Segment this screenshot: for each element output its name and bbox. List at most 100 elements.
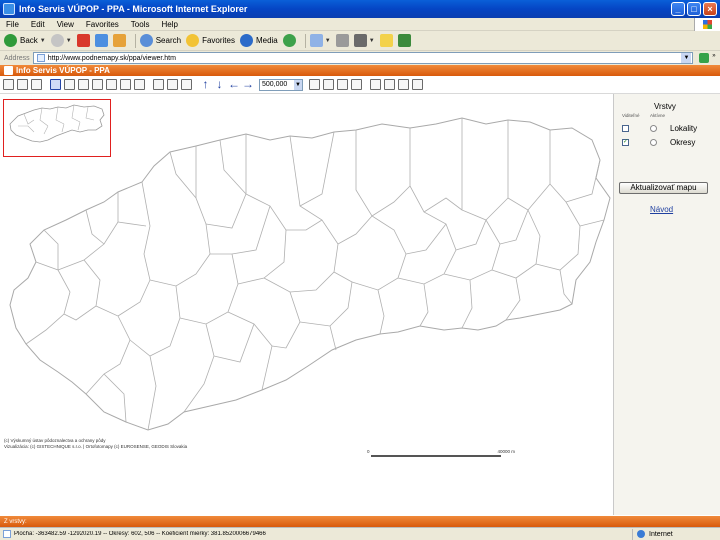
- column-visible-header: Viditeľné: [622, 113, 640, 118]
- column-active-header: Aktívne: [650, 113, 666, 118]
- print-setup-icon[interactable]: [167, 79, 178, 90]
- app-title: Info Servis VÚPOP - PPA: [16, 66, 110, 75]
- edit-icon: [353, 34, 367, 47]
- map-credits: (c) Výskumný ústav pôdoznalectva a ochra…: [4, 438, 187, 450]
- brand-logo-icon: [4, 66, 13, 75]
- mail-icon: [309, 34, 323, 47]
- table-icon[interactable]: [31, 79, 42, 90]
- app-footer: Z vrstvy:: [0, 516, 720, 527]
- info-icon[interactable]: [370, 79, 381, 90]
- query-icon[interactable]: [78, 79, 89, 90]
- district-map: [9, 117, 611, 431]
- media-button[interactable]: Media: [239, 34, 278, 47]
- forward-button[interactable]: ▼: [50, 34, 72, 47]
- menu-favorites[interactable]: Favorites: [80, 20, 125, 29]
- layers-panel: Vrstvy Viditeľné Aktívne Lokality ✓ Okre…: [614, 94, 720, 515]
- messenger-button[interactable]: [397, 34, 411, 47]
- layer-visible-checkbox-lokality[interactable]: [622, 125, 629, 132]
- address-label: Address: [4, 54, 30, 62]
- discuss-button[interactable]: [379, 34, 393, 47]
- favorites-label: Favorites: [202, 36, 235, 45]
- close-button[interactable]: ×: [703, 2, 717, 16]
- refresh-map-button[interactable]: Aktualizovať mapu: [619, 182, 708, 194]
- security-zone: Internet: [632, 528, 720, 540]
- print-button[interactable]: [335, 34, 349, 47]
- locate-icon[interactable]: [412, 79, 423, 90]
- scale-value: 500,000: [262, 81, 288, 88]
- zoom-in-icon[interactable]: [323, 79, 334, 90]
- search-icon: [139, 34, 153, 47]
- scale-bar-right-label: 40000 m: [497, 449, 515, 454]
- address-input[interactable]: http://www.podnemapy.sk/ppa/viewer.htm ▼: [32, 52, 694, 64]
- pan-up-icon[interactable]: ↑: [200, 78, 211, 90]
- mail-button[interactable]: ▼: [309, 34, 331, 47]
- find-icon[interactable]: [398, 79, 409, 90]
- history-button[interactable]: [282, 34, 296, 47]
- maximize-button[interactable]: □: [687, 2, 701, 16]
- save-icon[interactable]: [50, 79, 61, 90]
- discuss-icon: [379, 34, 393, 47]
- back-button[interactable]: Back ▼: [4, 34, 46, 47]
- select-rect-icon[interactable]: [92, 79, 103, 90]
- internet-globe-icon: [637, 530, 645, 538]
- layer-label-lokality: Lokality: [670, 124, 698, 133]
- layers-title: Vrstvy: [654, 102, 676, 111]
- chevron-down-icon[interactable]: ▼: [681, 53, 692, 63]
- edit-button[interactable]: ▼: [353, 34, 375, 47]
- back-arrow-icon: [4, 34, 17, 47]
- pan-left-icon[interactable]: ←: [228, 78, 240, 90]
- links-chevron-icon[interactable]: »: [712, 53, 720, 63]
- toolbar-separator: [304, 33, 306, 48]
- pan-down-icon[interactable]: ↓: [214, 78, 225, 90]
- menu-edit[interactable]: Edit: [25, 20, 51, 29]
- chevron-down-icon[interactable]: ▼: [294, 79, 302, 90]
- map-canvas[interactable]: (c) Výskumný ústav pôdoznalectva a ochra…: [0, 94, 614, 515]
- refresh-button[interactable]: [94, 34, 108, 47]
- scale-select[interactable]: 500,000 ▼: [259, 78, 303, 91]
- star-icon: [186, 34, 200, 47]
- clear-selection-icon[interactable]: [106, 79, 117, 90]
- menu-file[interactable]: File: [0, 20, 25, 29]
- layer-label-okresy: Okresy: [670, 138, 696, 147]
- page-icon: [36, 54, 45, 62]
- print-icon[interactable]: [153, 79, 164, 90]
- measure-icon[interactable]: [120, 79, 131, 90]
- media-icon: [239, 34, 253, 47]
- menu-help[interactable]: Help: [155, 20, 183, 29]
- eraser-icon[interactable]: [134, 79, 145, 90]
- back-view-icon[interactable]: [181, 79, 192, 90]
- menu-bar: File Edit View Favorites Tools Help: [0, 17, 720, 31]
- full-extent-icon[interactable]: [309, 79, 320, 90]
- address-url[interactable]: http://www.podnemapy.sk/ppa/viewer.htm: [48, 55, 682, 62]
- identify-icon[interactable]: [384, 79, 395, 90]
- minimize-button[interactable]: _: [671, 2, 685, 16]
- scale-bar-left-label: 0: [367, 449, 370, 454]
- favorites-button[interactable]: Favorites: [186, 34, 235, 47]
- select-icon[interactable]: [64, 79, 75, 90]
- menu-tools[interactable]: Tools: [125, 20, 156, 29]
- chevron-down-icon: ▼: [39, 37, 46, 44]
- credits-line-2: Vizualizácia: (c) GISTECHNIQUE s.r.o. | …: [4, 444, 188, 449]
- layer-active-radio-lokality[interactable]: [650, 125, 657, 132]
- zoom-out-icon[interactable]: [337, 79, 348, 90]
- chevron-down-icon: ▼: [65, 37, 72, 44]
- home-icon: [112, 34, 126, 47]
- menu-view[interactable]: View: [51, 20, 80, 29]
- search-button[interactable]: Search: [139, 34, 181, 47]
- stop-button[interactable]: [76, 34, 90, 47]
- media-label: Media: [255, 36, 278, 45]
- window-title: Info Servis VÚPOP - PPA - Microsoft Inte…: [19, 4, 248, 14]
- legend-icon[interactable]: [17, 79, 28, 90]
- pan-hand-icon[interactable]: [351, 79, 362, 90]
- app-header: Info Servis VÚPOP - PPA: [0, 65, 720, 76]
- ie-icon: [3, 3, 15, 15]
- stop-icon: [76, 34, 90, 47]
- layout-icon[interactable]: [3, 79, 14, 90]
- home-button[interactable]: [112, 34, 126, 47]
- go-button[interactable]: [699, 53, 710, 63]
- messenger-icon: [397, 34, 411, 47]
- layer-active-radio-okresy[interactable]: [650, 139, 657, 146]
- pan-right-icon[interactable]: →: [242, 78, 254, 90]
- help-link[interactable]: Návod: [650, 205, 673, 214]
- layer-visible-checkbox-okresy[interactable]: ✓: [622, 139, 629, 146]
